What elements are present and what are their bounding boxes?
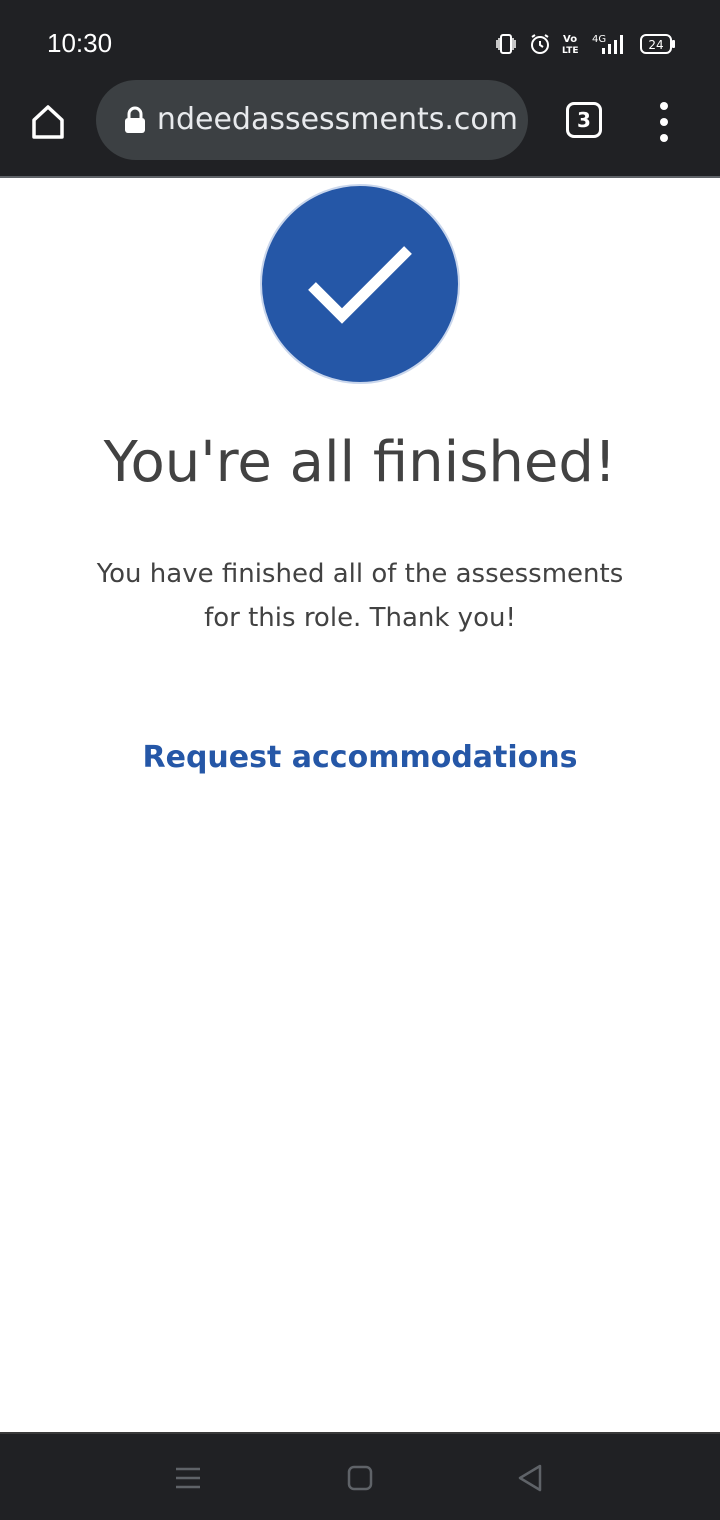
status-time: 10:30 [47, 28, 113, 58]
signal-icon: 4G [590, 32, 630, 56]
home-nav-icon [347, 1465, 373, 1491]
back-icon [518, 1464, 542, 1492]
svg-text:Vo: Vo [563, 34, 577, 45]
battery-icon: 24 [640, 33, 676, 55]
completion-message: You have finished all of the assessments… [96, 559, 624, 633]
page-title: You're all finished! [103, 430, 617, 495]
browser-toolbar: indeedassessments.com 3 [0, 80, 720, 176]
request-accommodations-link[interactable]: Request accommodations [0, 740, 720, 775]
network-label: 4G [592, 34, 606, 45]
system-nav-bar [0, 1432, 720, 1520]
tab-count: 3 [577, 108, 591, 132]
alarm-icon [528, 32, 552, 56]
tab-switcher-button[interactable]: 3 [566, 102, 602, 138]
vibrate-icon [494, 32, 518, 56]
back-button[interactable] [512, 1460, 548, 1496]
url-text[interactable]: indeedassessments.com [158, 80, 518, 160]
volte-icon: Vo LTE [562, 32, 580, 56]
recents-button[interactable] [170, 1460, 206, 1496]
checkmark-icon [308, 246, 412, 324]
home-button[interactable] [26, 100, 70, 144]
home-nav-button[interactable] [342, 1460, 378, 1496]
more-vert-icon [660, 102, 668, 110]
status-bar: 10:30 Vo LTE 4G 24 [0, 0, 720, 80]
toolbar-divider [0, 176, 720, 178]
home-icon [32, 105, 64, 139]
recents-icon [176, 1467, 200, 1489]
svg-text:LTE: LTE [562, 46, 579, 56]
lock-icon [125, 106, 145, 133]
success-badge [260, 184, 460, 384]
address-bar[interactable]: indeedassessments.com [96, 80, 528, 160]
svg-text:24: 24 [648, 38, 663, 52]
status-icons: Vo LTE 4G 24 [494, 30, 676, 58]
more-menu-button[interactable] [648, 100, 680, 144]
